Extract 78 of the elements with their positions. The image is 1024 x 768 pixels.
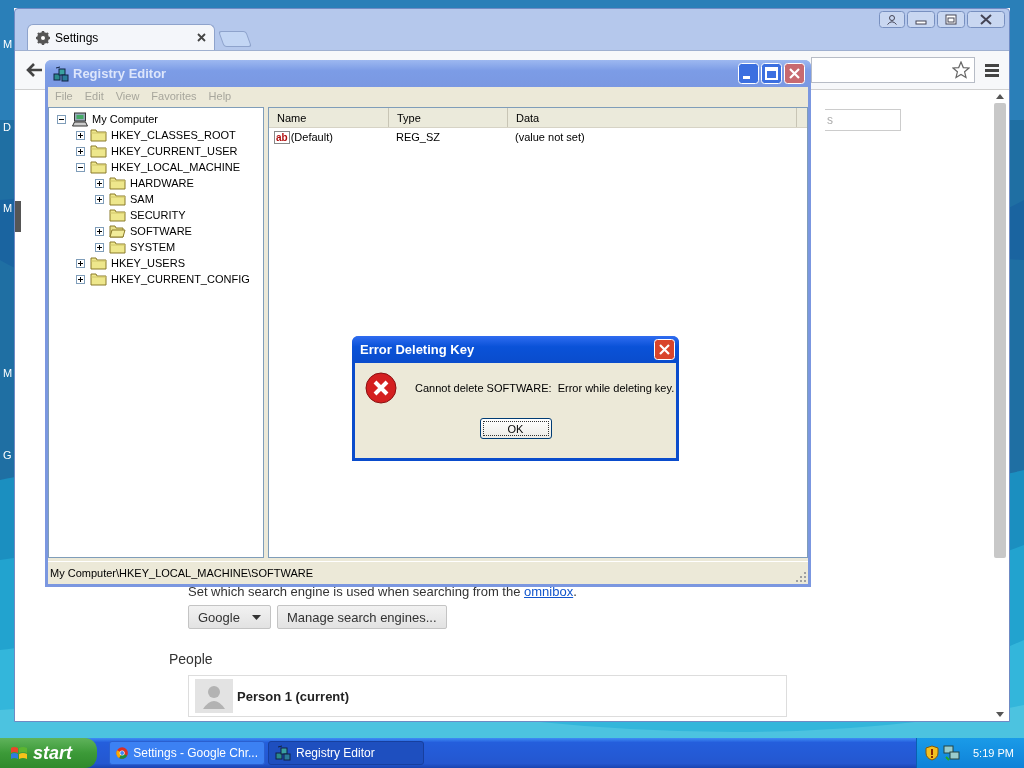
section-heading: People [169,651,214,667]
tree-item[interactable]: HARDWARE [129,177,194,189]
column-header[interactable]: Name [269,108,389,127]
cubes-icon [275,745,291,761]
restore-icon[interactable] [937,11,965,28]
tree-item[interactable]: HKEY_CURRENT_CONFIG [110,273,250,285]
start-button[interactable]: start [0,738,97,768]
search-field[interactable]: s [825,109,901,131]
folder-icon [90,128,107,142]
folder-icon [109,192,126,206]
tree-item[interactable]: HKEY_CLASSES_ROOT [110,129,236,141]
table-cell: (Default) [290,131,333,143]
window-title: Registry Editor [73,66,168,81]
error-message: Cannot delete SOFTWARE: Error while deleting key. [415,382,675,394]
clock: 5:19 PM [973,747,1014,759]
profile-list-item[interactable]: Person 1 (current) [188,675,787,717]
collapse-icon[interactable] [76,162,85,172]
expand-icon[interactable] [76,146,85,156]
folder-icon [90,144,107,158]
tree-item[interactable]: My Computer [91,113,159,125]
status-text: My Computer\HKEY_LOCAL_MACHINE\SOFTWARE [50,567,314,579]
tree-item[interactable]: SYSTEM [129,241,176,253]
expand-icon[interactable] [95,178,104,188]
column-header[interactable]: Data [508,108,797,127]
dialog-title: Error Deleting Key [360,342,476,357]
flag-icon [10,744,28,762]
folder-icon [90,160,107,174]
network-icon[interactable] [943,745,961,761]
collapse-icon[interactable] [57,114,66,124]
folder-icon [90,256,107,270]
browser-tab[interactable]: Settings [27,24,215,50]
profile-name: Person 1 (current) [237,688,349,704]
tree-item[interactable]: SAM [129,193,154,205]
taskbar-button[interactable]: Registry Editor [268,741,424,765]
back-icon[interactable] [25,62,43,78]
folder-icon [109,208,126,222]
expand-icon[interactable] [95,226,104,236]
expand-icon[interactable] [76,130,85,140]
folder-icon [109,240,126,254]
nav-selection-bar [15,201,21,232]
shield-icon[interactable] [925,745,939,761]
folder-icon [90,272,107,286]
tree-item[interactable]: SOFTWARE [129,225,192,237]
search-engine-description: Set which search engine is used when searching from the omnibox. [188,584,578,599]
folder-icon [109,224,126,238]
expand-icon[interactable] [76,274,85,284]
manage-search-engines-button[interactable]: Manage search engines... [276,605,447,629]
error-icon [365,372,397,404]
scrollbar-thumb[interactable] [994,103,1006,558]
table-cell-text: (value not set) [514,131,586,143]
scroll-down-icon[interactable] [996,712,1004,717]
menu-icon[interactable] [985,63,999,77]
tree-item[interactable]: HKEY_LOCAL_MACHINE [110,161,240,173]
expand-icon[interactable] [95,242,104,252]
avatar-icon [195,679,233,713]
table-cell-text: REG_SZ [395,131,441,143]
folder-icon [109,176,126,190]
profile-icon[interactable] [879,11,905,28]
tree-item[interactable]: SECURITY [129,209,186,221]
expand-icon[interactable] [76,258,85,268]
search-engine-dropdown[interactable]: Google [188,605,271,629]
close-icon[interactable] [197,33,206,42]
star-icon[interactable] [952,61,970,79]
tree-item[interactable]: HKEY_USERS [110,257,185,269]
gear-icon [36,30,50,45]
close-icon[interactable] [967,11,1005,28]
scroll-up-icon[interactable] [996,94,1004,99]
ok-button[interactable]: OK [479,418,552,439]
tree-item[interactable]: HKEY_CURRENT_USER [110,145,238,157]
string-value-icon: ab [274,130,290,144]
caret-icon [251,614,261,620]
column-header[interactable]: Type [389,108,508,127]
cubes-icon [53,65,69,82]
taskbar-button[interactable]: Settings - Google Chr... [109,741,265,765]
resize-grip-icon[interactable] [796,572,806,582]
computer-icon [71,111,88,127]
expand-icon[interactable] [95,194,104,204]
browser-icon [116,745,129,761]
